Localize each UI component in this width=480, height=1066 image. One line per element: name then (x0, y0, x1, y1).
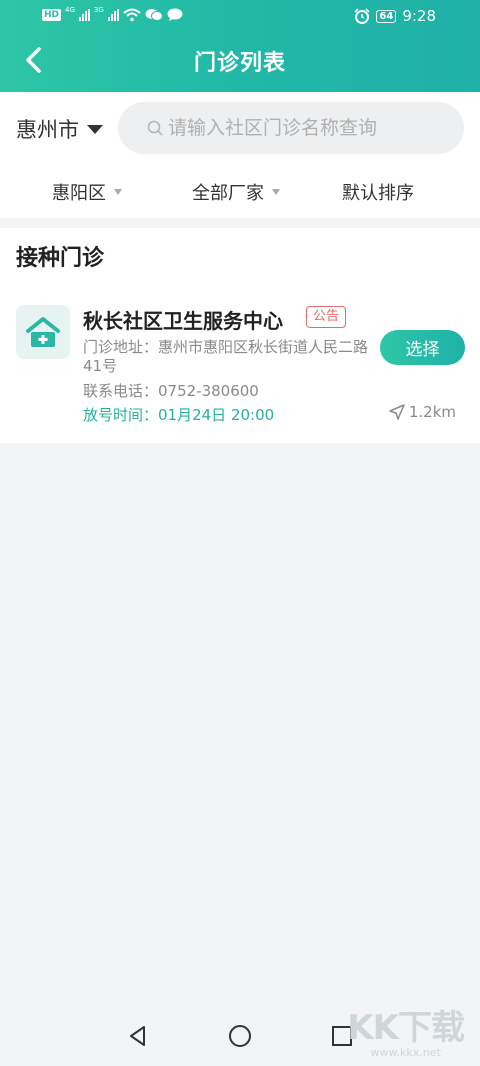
nav-home-icon[interactable] (228, 1024, 252, 1048)
status-left: HD 4G 3G (42, 6, 183, 22)
hd-badge: HD (42, 9, 62, 21)
alarm-icon (354, 8, 370, 24)
filter-sort-label: 默认排序 (342, 183, 414, 204)
clinic-name[interactable]: 秋长社区卫生服务中心 (83, 305, 283, 334)
city-label: 惠州市 (16, 118, 79, 142)
search-area: 惠州市 (0, 92, 480, 164)
message-icon (167, 8, 183, 21)
clinic-phone: 联系电话：0752-380600 (83, 382, 259, 400)
distance: 1.2km (389, 403, 456, 421)
clinic-icon (16, 305, 70, 359)
wifi-icon (123, 8, 141, 22)
watermark-brand: KK下载 (347, 1008, 465, 1048)
clinic-address: 门诊地址：惠州市惠阳区秋长街道人民二路41号 (83, 338, 369, 375)
filter-manufacturer-label: 全部厂家 (192, 183, 264, 204)
filter-district[interactable]: 惠阳区 (52, 179, 122, 205)
search-icon (147, 120, 163, 136)
status-time: 9:28 (402, 7, 436, 25)
filter-manufacturer[interactable]: 全部厂家 (192, 179, 280, 205)
location-arrow-icon (389, 404, 405, 420)
wechat-icon (145, 9, 163, 21)
section-title: 接种门诊 (16, 246, 105, 271)
watermark: KK下载 www.kkx.net (347, 1008, 465, 1059)
page-title: 门诊列表 (193, 51, 286, 76)
notice-badge[interactable]: 公告 (306, 306, 347, 328)
signal-icon (78, 9, 90, 21)
signal-icon-2 (107, 9, 119, 21)
select-button[interactable]: 选择 (380, 330, 465, 365)
distance-value: 1.2km (408, 403, 456, 421)
battery-icon: 64 (376, 9, 397, 23)
dropdown-arrow-icon (272, 189, 280, 195)
nav-back-icon[interactable] (126, 1024, 150, 1048)
network-4g-label: 4G (65, 6, 75, 14)
filter-bar: 惠阳区 全部厂家 默认排序 (0, 164, 480, 218)
app-header: HD 4G 3G 64 9:28 门诊列表 (0, 0, 480, 92)
caret-down-icon (87, 124, 103, 134)
status-right: 64 9:28 (354, 7, 436, 25)
clinic-section: 接种门诊 秋长社区卫生服务中心 公告 门诊地址：惠州市惠阳区秋长街道人民二路41… (0, 228, 480, 443)
filter-district-label: 惠阳区 (52, 183, 106, 204)
city-selector[interactable]: 惠州市 (16, 114, 103, 144)
release-time: 放号时间：01月24日 20:00 (83, 406, 275, 424)
search-input[interactable] (168, 117, 458, 139)
dropdown-arrow-icon (114, 189, 122, 195)
hospital-icon (26, 317, 60, 347)
filter-sort[interactable]: 默认排序 (342, 179, 414, 205)
status-bar: HD 4G 3G 64 9:28 (0, 0, 480, 32)
search-box[interactable] (118, 102, 464, 154)
network-3g-label: 3G (93, 6, 104, 14)
